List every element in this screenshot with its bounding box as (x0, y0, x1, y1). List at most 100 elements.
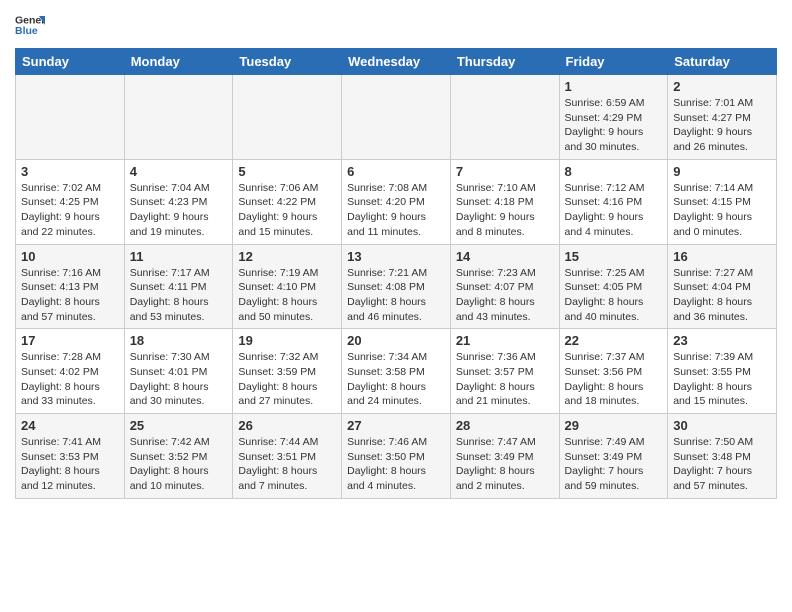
day-cell (450, 75, 559, 160)
day-info: Sunrise: 7:37 AMSunset: 3:56 PMDaylight:… (565, 350, 663, 409)
day-info: Sunrise: 7:39 AMSunset: 3:55 PMDaylight:… (673, 350, 771, 409)
day-number: 4 (130, 164, 228, 179)
day-cell: 15 Sunrise: 7:25 AMSunset: 4:05 PMDayligh… (559, 244, 668, 329)
day-cell: 13Sunrise: 7:21 AMSunset: 4:08 PMDayligh… (342, 244, 451, 329)
day-info: Sunrise: 7:06 AMSunset: 4:22 PMDaylight:… (238, 181, 336, 240)
day-info: Sunrise: 6:59 AMSunset: 4:29 PMDaylight:… (565, 96, 663, 155)
day-cell: 16 Sunrise: 7:27 AMSunset: 4:04 PMDayligh… (668, 244, 777, 329)
day-number: 16 (673, 249, 771, 264)
header-cell-thursday: Thursday (450, 49, 559, 75)
day-cell: 24 Sunrise: 7:41 AMSunset: 3:53 PMDayligh… (16, 414, 125, 499)
day-info: Sunrise: 7:49 AMSunset: 3:49 PMDaylight:… (565, 435, 663, 494)
day-number: 3 (21, 164, 119, 179)
header-cell-saturday: Saturday (668, 49, 777, 75)
day-info: Sunrise: 7:42 AMSunset: 3:52 PMDaylight:… (130, 435, 228, 494)
day-number: 26 (238, 418, 336, 433)
day-cell: 21 Sunrise: 7:36 AMSunset: 3:57 PMDayligh… (450, 329, 559, 414)
day-number: 20 (347, 333, 445, 348)
day-info: Sunrise: 7:41 AMSunset: 3:53 PMDaylight:… (21, 435, 119, 494)
day-info: Sunrise: 7:27 AMSunset: 4:04 PMDaylight:… (673, 266, 771, 325)
day-number: 14 (456, 249, 554, 264)
day-number: 15 (565, 249, 663, 264)
day-cell: 8 Sunrise: 7:12 AMSunset: 4:16 PMDaylight… (559, 159, 668, 244)
day-cell: 29 Sunrise: 7:49 AMSunset: 3:49 PMDayligh… (559, 414, 668, 499)
header-cell-monday: Monday (124, 49, 233, 75)
day-cell: 10 Sunrise: 7:16 AMSunset: 4:13 PMDayligh… (16, 244, 125, 329)
day-cell: 14Sunrise: 7:23 AMSunset: 4:07 PMDayligh… (450, 244, 559, 329)
day-number: 8 (565, 164, 663, 179)
day-cell: 25 Sunrise: 7:42 AMSunset: 3:52 PMDayligh… (124, 414, 233, 499)
day-cell: 6 Sunrise: 7:08 AMSunset: 4:20 PMDaylight… (342, 159, 451, 244)
week-row-4: 24 Sunrise: 7:41 AMSunset: 3:53 PMDayligh… (16, 414, 777, 499)
header-cell-wednesday: Wednesday (342, 49, 451, 75)
day-number: 25 (130, 418, 228, 433)
day-info: Sunrise: 7:36 AMSunset: 3:57 PMDaylight:… (456, 350, 554, 409)
day-info: Sunrise: 7:10 AMSunset: 4:18 PMDaylight:… (456, 181, 554, 240)
day-number: 17 (21, 333, 119, 348)
week-row-3: 17 Sunrise: 7:28 AMSunset: 4:02 PMDayligh… (16, 329, 777, 414)
day-cell: 23 Sunrise: 7:39 AMSunset: 3:55 PMDayligh… (668, 329, 777, 414)
day-cell: 2Sunrise: 7:01 AMSunset: 4:27 PMDaylight… (668, 75, 777, 160)
day-cell: 22 Sunrise: 7:37 AMSunset: 3:56 PMDayligh… (559, 329, 668, 414)
day-number: 19 (238, 333, 336, 348)
day-cell: 20Sunrise: 7:34 AMSunset: 3:58 PMDayligh… (342, 329, 451, 414)
header-cell-sunday: Sunday (16, 49, 125, 75)
day-cell: 5Sunrise: 7:06 AMSunset: 4:22 PMDaylight… (233, 159, 342, 244)
calendar-table: SundayMondayTuesdayWednesdayThursdayFrid… (15, 48, 777, 499)
calendar-header: SundayMondayTuesdayWednesdayThursdayFrid… (16, 49, 777, 75)
day-info: Sunrise: 7:46 AMSunset: 3:50 PMDaylight:… (347, 435, 445, 494)
header-cell-friday: Friday (559, 49, 668, 75)
day-info: Sunrise: 7:04 AMSunset: 4:23 PMDaylight:… (130, 181, 228, 240)
page-container: General Blue SundayMondayTuesdayWednesda… (0, 0, 792, 509)
day-number: 1 (565, 79, 663, 94)
week-row-2: 10 Sunrise: 7:16 AMSunset: 4:13 PMDayligh… (16, 244, 777, 329)
logo: General Blue (15, 10, 47, 40)
day-cell (233, 75, 342, 160)
day-cell: 19Sunrise: 7:32 AMSunset: 3:59 PMDayligh… (233, 329, 342, 414)
day-cell (16, 75, 125, 160)
day-cell: 17 Sunrise: 7:28 AMSunset: 4:02 PMDayligh… (16, 329, 125, 414)
day-info: Sunrise: 7:12 AMSunset: 4:16 PMDaylight:… (565, 181, 663, 240)
day-number: 7 (456, 164, 554, 179)
day-number: 12 (238, 249, 336, 264)
day-info: Sunrise: 7:28 AMSunset: 4:02 PMDaylight:… (21, 350, 119, 409)
day-number: 11 (130, 249, 228, 264)
week-row-0: 1 Sunrise: 6:59 AMSunset: 4:29 PMDaylight… (16, 75, 777, 160)
day-cell (342, 75, 451, 160)
day-cell: 27 Sunrise: 7:46 AMSunset: 3:50 PMDayligh… (342, 414, 451, 499)
day-number: 27 (347, 418, 445, 433)
day-info: Sunrise: 7:44 AMSunset: 3:51 PMDaylight:… (238, 435, 336, 494)
day-info: Sunrise: 7:25 AMSunset: 4:05 PMDaylight:… (565, 266, 663, 325)
day-number: 18 (130, 333, 228, 348)
day-info: Sunrise: 7:47 AMSunset: 3:49 PMDaylight:… (456, 435, 554, 494)
day-number: 10 (21, 249, 119, 264)
day-number: 22 (565, 333, 663, 348)
day-number: 24 (21, 418, 119, 433)
calendar-body: 1 Sunrise: 6:59 AMSunset: 4:29 PMDaylight… (16, 75, 777, 499)
day-cell: 1 Sunrise: 6:59 AMSunset: 4:29 PMDaylight… (559, 75, 668, 160)
day-info: Sunrise: 7:19 AMSunset: 4:10 PMDaylight:… (238, 266, 336, 325)
day-info: Sunrise: 7:08 AMSunset: 4:20 PMDaylight:… (347, 181, 445, 240)
day-info: Sunrise: 7:50 AMSunset: 3:48 PMDaylight:… (673, 435, 771, 494)
day-info: Sunrise: 7:30 AMSunset: 4:01 PMDaylight:… (130, 350, 228, 409)
day-cell: 3 Sunrise: 7:02 AMSunset: 4:25 PMDaylight… (16, 159, 125, 244)
day-number: 29 (565, 418, 663, 433)
day-info: Sunrise: 7:02 AMSunset: 4:25 PMDaylight:… (21, 181, 119, 240)
day-cell: 18 Sunrise: 7:30 AMSunset: 4:01 PMDayligh… (124, 329, 233, 414)
day-cell: 9Sunrise: 7:14 AMSunset: 4:15 PMDaylight… (668, 159, 777, 244)
day-number: 23 (673, 333, 771, 348)
header-row: SundayMondayTuesdayWednesdayThursdayFrid… (16, 49, 777, 75)
header: General Blue (15, 10, 777, 40)
day-info: Sunrise: 7:01 AMSunset: 4:27 PMDaylight:… (673, 96, 771, 155)
day-number: 30 (673, 418, 771, 433)
day-number: 28 (456, 418, 554, 433)
day-cell: 12 Sunrise: 7:19 AMSunset: 4:10 PMDayligh… (233, 244, 342, 329)
day-cell: 30 Sunrise: 7:50 AMSunset: 3:48 PMDayligh… (668, 414, 777, 499)
day-number: 6 (347, 164, 445, 179)
day-info: Sunrise: 7:16 AMSunset: 4:13 PMDaylight:… (21, 266, 119, 325)
day-cell: 4 Sunrise: 7:04 AMSunset: 4:23 PMDaylight… (124, 159, 233, 244)
logo-icon: General Blue (15, 10, 45, 40)
day-number: 9 (673, 164, 771, 179)
day-info: Sunrise: 7:21 AMSunset: 4:08 PMDaylight:… (347, 266, 445, 325)
day-number: 21 (456, 333, 554, 348)
